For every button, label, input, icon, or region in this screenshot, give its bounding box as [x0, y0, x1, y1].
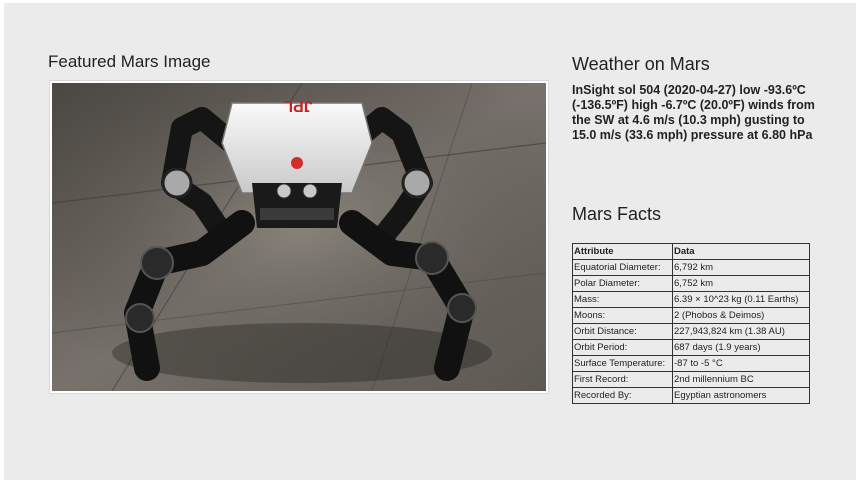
- featured-image[interactable]: JPL: [49, 80, 549, 394]
- table-cell-attribute: Orbit Period:: [572, 339, 673, 356]
- table-cell-data: 227,943,824 km (1.38 AU): [672, 323, 810, 340]
- table-row: Surface Temperature: -87 to -5 °C: [572, 355, 810, 372]
- table-cell-data: 687 days (1.9 years): [672, 339, 810, 356]
- table-cell-attribute: Equatorial Diameter:: [572, 259, 673, 276]
- table-row: Equatorial Diameter: 6,792 km: [572, 259, 810, 276]
- table-header-attribute: Attribute: [572, 243, 673, 260]
- table-header-row: Attribute Data: [572, 243, 810, 260]
- table-cell-attribute: Surface Temperature:: [572, 355, 673, 372]
- table-row: Mass: 6.39 × 10^23 kg (0.11 Earths): [572, 291, 810, 308]
- table-cell-data: 6,792 km: [672, 259, 810, 276]
- table-cell-attribute: First Record:: [572, 371, 673, 388]
- table-row: Polar Diameter: 6,752 km: [572, 275, 810, 292]
- robot-photo: JPL: [52, 83, 546, 391]
- table-cell-attribute: Moons:: [572, 307, 673, 324]
- table-row: Recorded By: Egyptian astronomers: [572, 387, 810, 404]
- table-cell-attribute: Mass:: [572, 291, 673, 308]
- table-cell-data: 6,752 km: [672, 275, 810, 292]
- table-cell-attribute: Orbit Distance:: [572, 323, 673, 340]
- table-cell-attribute: Recorded By:: [572, 387, 673, 404]
- weather-title: Weather on Mars: [572, 54, 710, 74]
- table-row: Orbit Distance: 227,943,824 km (1.38 AU): [572, 323, 810, 340]
- table-cell-data: Egyptian astronomers: [672, 387, 810, 404]
- table-row: Moons: 2 (Phobos & Deimos): [572, 307, 810, 324]
- featured-image-section: Featured Mars Image JPL: [48, 51, 549, 394]
- table-header-data: Data: [672, 243, 810, 260]
- table-row: Orbit Period: 687 days (1.9 years): [572, 339, 810, 356]
- table-cell-data: -87 to -5 °C: [672, 355, 810, 372]
- table-cell-data: 6.39 × 10^23 kg (0.11 Earths): [672, 291, 810, 308]
- jpl-logo: JPL: [283, 97, 313, 114]
- table-cell-data: 2 (Phobos & Deimos): [672, 307, 810, 324]
- table-row: First Record: 2nd millennium BC: [572, 371, 810, 388]
- weather-report: InSight sol 504 (2020-04-27) low -93.6ºC…: [572, 83, 815, 142]
- mars-facts-section: Mars Facts Attribute Data Equatorial Dia…: [572, 203, 814, 404]
- table-cell-attribute: Polar Diameter:: [572, 275, 673, 292]
- weather-section: Weather on Mars InSight sol 504 (2020-04…: [572, 53, 822, 143]
- featured-image-title: Featured Mars Image: [48, 52, 211, 71]
- table-cell-data: 2nd millennium BC: [672, 371, 810, 388]
- mars-facts-title: Mars Facts: [572, 204, 662, 224]
- page-background: Featured Mars Image JPL Weather on Mars …: [4, 3, 856, 480]
- mars-facts-table: Attribute Data Equatorial Diameter: 6,79…: [572, 243, 810, 404]
